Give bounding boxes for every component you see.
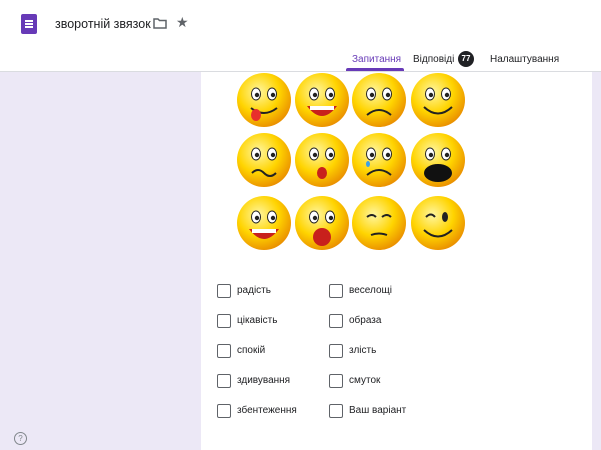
checkbox-label: цікавість <box>237 315 278 326</box>
checkbox-label: веселощі <box>349 285 392 296</box>
checkbox[interactable] <box>329 374 343 388</box>
checkbox-label: спокій <box>237 345 266 356</box>
smiling-emoji <box>411 73 465 127</box>
shocked-emoji <box>295 133 349 187</box>
checkbox[interactable] <box>329 314 343 328</box>
grinning-emoji <box>237 196 291 250</box>
sleepy-emoji <box>352 196 406 250</box>
star-icon[interactable]: ★ <box>176 14 189 30</box>
left-background <box>0 72 201 450</box>
checkbox[interactable] <box>217 314 231 328</box>
checkbox-label: смуток <box>349 375 381 386</box>
tab-questions[interactable]: Запитання <box>352 54 401 65</box>
help-icon[interactable]: ? <box>14 432 27 445</box>
checkbox-label: здивування <box>237 375 291 386</box>
checkbox[interactable] <box>217 344 231 358</box>
winking-emoji <box>411 196 465 250</box>
emoji-image <box>237 73 465 250</box>
sad-emoji <box>352 73 406 127</box>
checkbox[interactable] <box>217 284 231 298</box>
checkbox-label: радість <box>237 285 271 296</box>
checkbox[interactable] <box>217 404 231 418</box>
checkbox-label: злість <box>349 345 377 356</box>
checkbox-label: образа <box>349 315 382 326</box>
checkbox[interactable] <box>217 374 231 388</box>
top-bar: зворотній звязок ★ Запитання Відповіді 7… <box>0 0 601 72</box>
checkbox[interactable] <box>329 344 343 358</box>
forms-app-icon[interactable] <box>21 14 37 34</box>
tab-responses[interactable]: Відповіді <box>413 54 454 65</box>
question-card: радість веселощі цікавість образа спокій зліс… <box>201 72 592 450</box>
right-background <box>592 72 601 450</box>
checkbox-label: збентеження <box>237 405 297 416</box>
tab-settings[interactable]: Налаштування <box>490 54 559 65</box>
responses-count-badge: 77 <box>458 51 474 67</box>
yawning-emoji <box>295 196 349 250</box>
form-title[interactable]: зворотній звязок <box>55 17 151 31</box>
confused-emoji <box>237 133 291 187</box>
checkbox[interactable] <box>329 284 343 298</box>
active-tab-indicator <box>346 68 404 71</box>
checkbox-label: Ваш варіант <box>349 405 407 416</box>
folder-icon[interactable] <box>153 17 167 29</box>
tongue-out-emoji <box>237 73 291 127</box>
screaming-emoji <box>411 133 465 187</box>
laughing-emoji <box>295 73 349 127</box>
crying-emoji <box>352 133 406 187</box>
checkbox[interactable] <box>329 404 343 418</box>
